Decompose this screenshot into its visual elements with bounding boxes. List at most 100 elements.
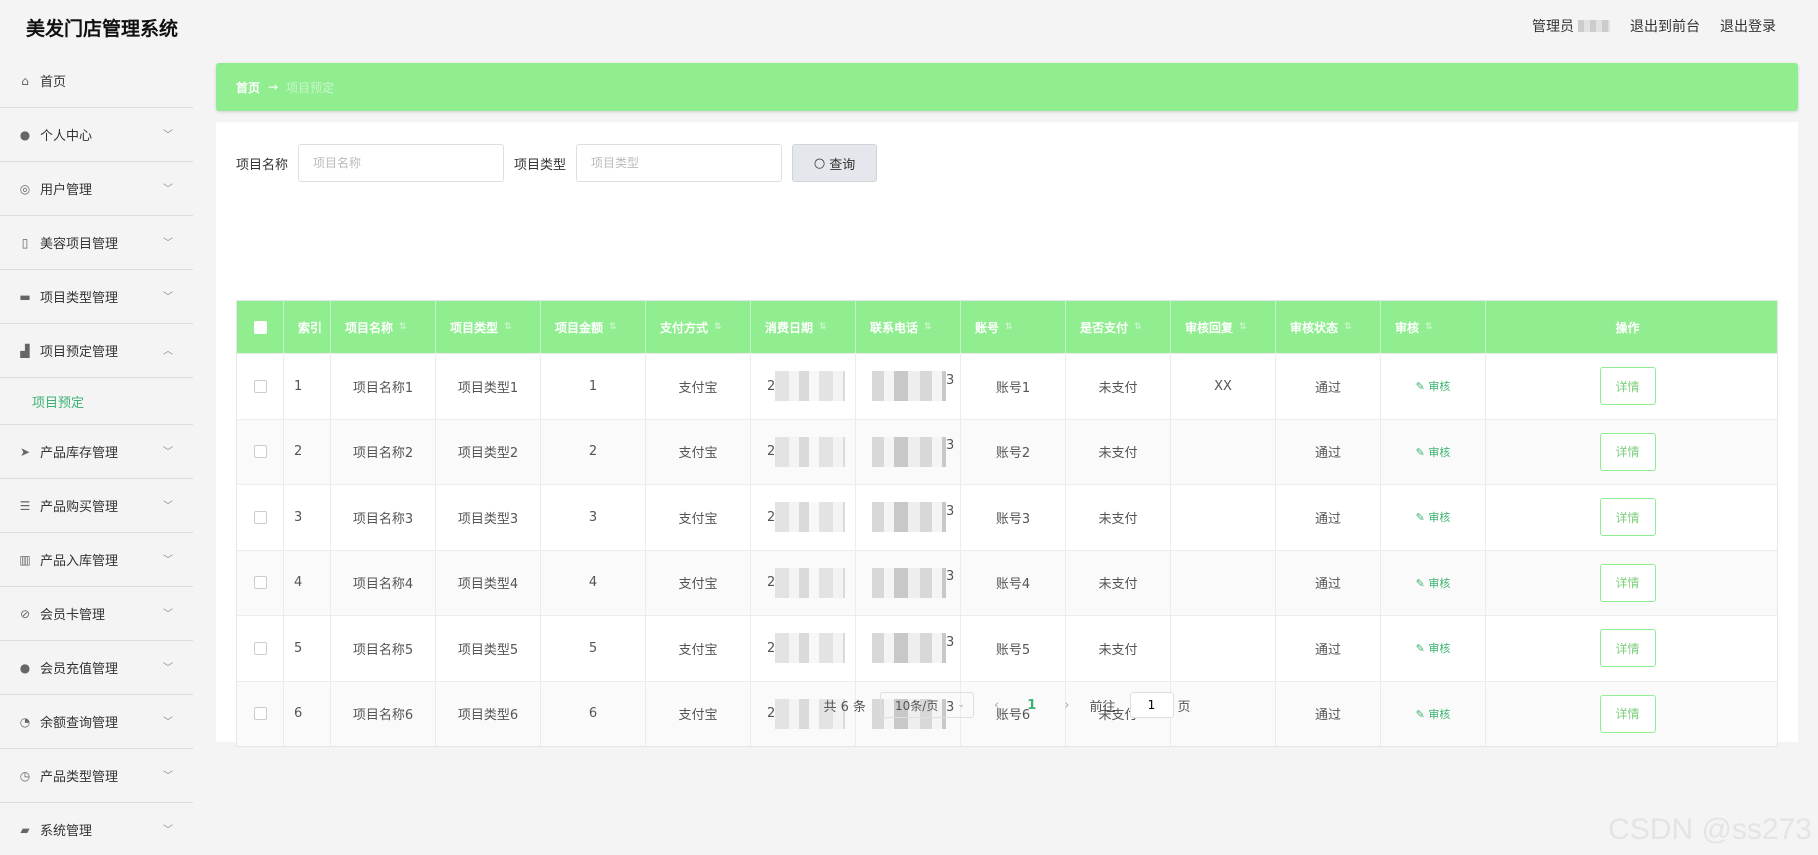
sidebar-item-1[interactable]: ● 个人中心 ﹀	[0, 108, 193, 162]
goto-page-input[interactable]	[1129, 692, 1174, 718]
sidebar-item-10[interactable]: ● 会员充值管理 ﹀	[0, 641, 193, 695]
column-header-label: 是否支付	[1080, 320, 1129, 335]
row-checkbox[interactable]	[253, 576, 267, 590]
project-name-input[interactable]	[298, 144, 505, 182]
column-header[interactable]: 审核 ⇅	[1381, 301, 1486, 353]
prev-page-icon[interactable]: ‹	[988, 698, 1005, 713]
top-right-menu: 管理员 退出到前台 退出登录	[1532, 16, 1776, 36]
system-icon: ▰	[20, 822, 30, 837]
current-page[interactable]: 1	[1019, 698, 1044, 713]
cell-paid: 未支付	[1066, 419, 1171, 484]
column-header[interactable]: 审核回复 ⇅	[1171, 301, 1276, 353]
cell-account: 账号4	[961, 550, 1066, 615]
column-header[interactable]: 项目金额 ⇅	[541, 301, 646, 353]
cell-index: 4	[284, 550, 331, 615]
sidebar-item-4[interactable]: ▬ 项目类型管理 ﹀	[0, 270, 193, 324]
table-row: 2 项目名称2 项目类型2 2 支付宝 2 3 账号2 未支付 通过 ✎ 审核 详情	[237, 418, 1777, 484]
sidebar-item-label: 项目预定管理	[40, 345, 119, 360]
row-checkbox[interactable]	[253, 641, 267, 655]
page-size-select[interactable]: 10条/页 ⌄	[880, 692, 975, 718]
cell-text: 3	[294, 509, 303, 525]
detail-button[interactable]: 详情	[1599, 629, 1656, 668]
page-size-value: 10条/页	[895, 698, 939, 713]
cell-reply	[1171, 550, 1276, 615]
detail-button[interactable]: 详情	[1599, 498, 1656, 537]
column-header[interactable]: 项目名称 ⇅	[331, 301, 436, 353]
sidebar-item-label: 首页	[40, 75, 67, 90]
sidebar-item-12[interactable]: ◷ 产品类型管理 ﹀	[0, 749, 193, 803]
sidebar-item-6[interactable]: ➤ 产品库存管理 ﹀	[0, 425, 193, 479]
row-checkbox[interactable]	[253, 379, 267, 393]
sidebar-item-11[interactable]: ◔ 余额查询管理 ﹀	[0, 695, 193, 749]
cell-text: 通过	[1314, 642, 1341, 658]
detail-button[interactable]: 详情	[1599, 367, 1656, 406]
sidebar-item-label: 会员充值管理	[40, 662, 119, 677]
sort-icon[interactable]: ⇅	[1425, 322, 1433, 332]
breadcrumb-separator: →	[268, 80, 279, 94]
submenu-item-booking[interactable]: 项目预定	[0, 378, 193, 425]
sidebar-item-8[interactable]: ▥ 产品入库管理 ﹀	[0, 533, 193, 587]
audit-link[interactable]: ✎ 审核	[1416, 575, 1451, 591]
home-icon: ⌂	[21, 73, 29, 88]
next-page-icon[interactable]: ›	[1058, 698, 1075, 713]
sort-icon[interactable]: ⇅	[924, 322, 932, 332]
sort-icon[interactable]: ⇅	[819, 322, 827, 332]
breadcrumb: 首页 → 项目预定	[216, 63, 1798, 111]
detail-button[interactable]: 详情	[1599, 563, 1656, 602]
project-type-input[interactable]	[576, 144, 783, 182]
cell-text: 账号3	[995, 511, 1031, 527]
page-suffix: 页	[1177, 699, 1191, 715]
exit-to-front-link[interactable]: 退出到前台	[1630, 16, 1700, 36]
cell-amount: 1	[541, 354, 646, 419]
logout-link[interactable]: 退出登录	[1720, 16, 1776, 36]
table-header: 索引 项目名称 ⇅ 项目类型 ⇅ 项目金额 ⇅ 支付方式 ⇅ 消费日期 ⇅ 联系电话 ⇅ 账号 ⇅ 是否支付 ⇅…	[237, 301, 1777, 353]
sidebar-item-2[interactable]: ◎ 用户管理 ﹀	[0, 162, 193, 216]
sidebar-item-5[interactable]: ▟ 项目预定管理 ︿	[0, 324, 193, 378]
cell-date: 2	[751, 354, 856, 419]
cell-pay: 支付宝	[646, 354, 751, 419]
column-header-label: 审核回复	[1185, 320, 1234, 335]
column-header[interactable]: 消费日期 ⇅	[751, 301, 856, 353]
cell-account: 账号2	[961, 419, 1066, 484]
column-header[interactable]: 支付方式 ⇅	[646, 301, 751, 353]
column-header[interactable]: 审核状态 ⇅	[1276, 301, 1381, 353]
pixelated-block	[872, 633, 946, 664]
audit-link[interactable]: ✎ 审核	[1416, 378, 1451, 394]
column-header[interactable]: 项目类型 ⇅	[436, 301, 541, 353]
row-checkbox[interactable]	[253, 445, 267, 459]
select-all-checkbox[interactable]	[253, 320, 267, 334]
breadcrumb-home[interactable]: 首页	[236, 79, 260, 96]
cell-paid: 未支付	[1066, 354, 1171, 419]
detail-button[interactable]: 详情	[1599, 432, 1656, 471]
sort-icon[interactable]: ⇅	[504, 322, 512, 332]
phone-blurred: 3	[856, 485, 960, 550]
cell-account: 账号5	[961, 616, 1066, 681]
sidebar-item-0[interactable]: ⌂ 首页	[0, 54, 193, 108]
cell-index: 1	[284, 354, 331, 419]
sort-icon[interactable]: ⇅	[1239, 322, 1247, 332]
query-button[interactable]: ○ 查询	[792, 144, 878, 182]
sort-icon[interactable]: ⇅	[1134, 322, 1142, 332]
sidebar-item-label: 个人中心	[40, 129, 93, 144]
column-header[interactable]: 账号 ⇅	[961, 301, 1066, 353]
audit-link[interactable]: ✎ 审核	[1416, 509, 1451, 525]
cell-text: 通过	[1314, 446, 1341, 462]
cell-text: 账号2	[995, 446, 1031, 462]
column-header[interactable]: 是否支付 ⇅	[1066, 301, 1171, 353]
sidebar-item-7[interactable]: ☰ 产品购买管理 ﹀	[0, 479, 193, 533]
audit-link[interactable]: ✎ 审核	[1416, 444, 1451, 460]
sort-icon[interactable]: ⇅	[1005, 322, 1013, 332]
sidebar-item-label: 产品入库管理	[40, 554, 119, 569]
audit-link[interactable]: ✎ 审核	[1416, 640, 1451, 656]
sort-icon[interactable]: ⇅	[714, 322, 722, 332]
chevron-down-icon: ﹀	[163, 447, 173, 458]
sidebar-item-13[interactable]: ▰ 系统管理 ﹀	[0, 803, 193, 855]
sort-icon[interactable]: ⇅	[609, 322, 617, 332]
cell-paid: 未支付	[1066, 616, 1171, 681]
sort-icon[interactable]: ⇅	[1344, 322, 1352, 332]
sidebar-item-9[interactable]: ⊘ 会员卡管理 ﹀	[0, 587, 193, 641]
column-header[interactable]: 联系电话 ⇅	[856, 301, 961, 353]
row-checkbox[interactable]	[253, 510, 267, 524]
sidebar-item-3[interactable]: ▯ 美容项目管理 ﹀	[0, 216, 193, 270]
sort-icon[interactable]: ⇅	[399, 322, 407, 332]
